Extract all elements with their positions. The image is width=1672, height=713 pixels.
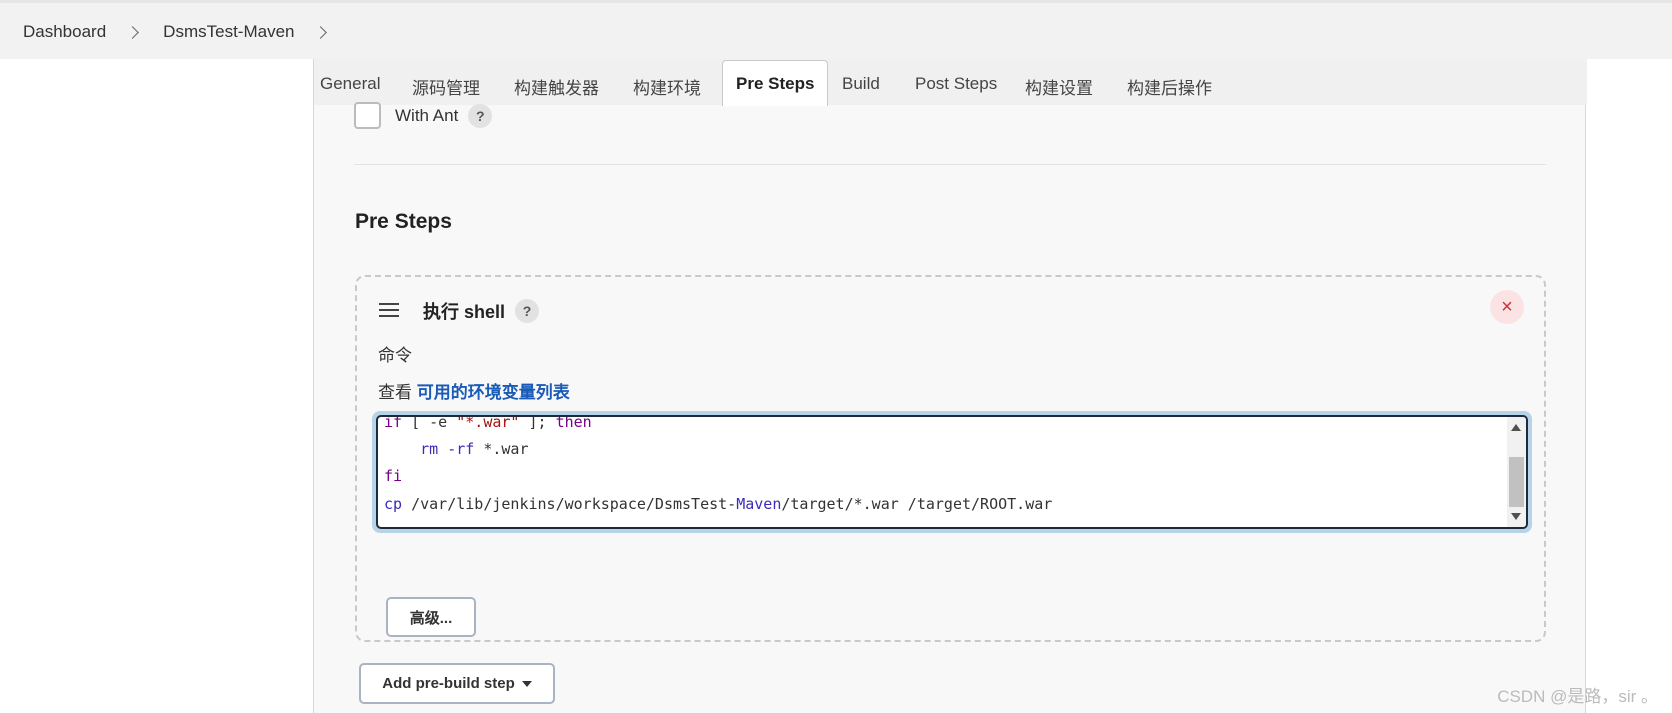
tab-pre-steps[interactable]: Pre Steps <box>722 60 829 106</box>
breadcrumb-dashboard[interactable]: Dashboard <box>23 22 106 42</box>
help-icon[interactable]: ? <box>515 299 540 323</box>
with-ant-checkbox[interactable] <box>354 102 381 129</box>
code-token: /target/*.war /target/ROOT.war <box>781 495 1053 513</box>
env-vars-link[interactable]: 可用的环境变量列表 <box>417 383 570 402</box>
code-line: if [ -e "*.war" ]; then <box>384 415 592 431</box>
scroll-down-arrow-icon[interactable] <box>1511 513 1521 520</box>
section-title: Pre Steps <box>355 210 452 233</box>
step-title-text: 执行 shell <box>423 302 506 322</box>
drag-handle-icon[interactable] <box>379 303 399 317</box>
tab-build-settings[interactable]: 构建设置 <box>1025 74 1093 99</box>
with-ant-option: With Ant ? <box>354 102 493 129</box>
code-token: fi <box>384 467 403 485</box>
help-icon[interactable]: ? <box>468 103 493 128</box>
caret-down-icon <box>521 680 532 687</box>
chevron-right-icon[interactable] <box>126 25 140 39</box>
tab-source-control[interactable]: 源码管理 <box>412 74 480 99</box>
code-token: if <box>384 415 403 431</box>
close-icon[interactable]: × <box>1490 290 1524 324</box>
watermark: CSDN @是路，sir 。 <box>1497 687 1658 706</box>
code-token: cp <box>384 495 403 513</box>
breadcrumb-project[interactable]: DsmsTest-Maven <box>163 22 294 42</box>
tab-general[interactable]: General <box>320 74 380 94</box>
tab-build-environment[interactable]: 构建环境 <box>633 74 701 99</box>
code-token: "*.war" <box>456 415 520 431</box>
code-token: /var/lib/jenkins/workspace/DsmsTest- <box>402 495 737 513</box>
config-tabs: General 源码管理 构建触发器 构建环境 Pre Steps Build … <box>314 59 1587 106</box>
code-line: fi <box>384 467 402 485</box>
code-token: ]; <box>519 415 556 431</box>
section-divider <box>354 164 1546 165</box>
code-token: -rf <box>438 440 475 458</box>
advanced-button[interactable]: 高级... <box>386 597 476 637</box>
add-pre-build-step-button[interactable]: Add pre-build step <box>359 663 555 704</box>
command-editor-focus-ring: if [ -e "*.war" ]; then rm -rf *.war fi … <box>372 411 1532 533</box>
shell-step-card: 执行 shell ? × 命令 查看 可用的环境变量列表 if [ -e "*.… <box>355 275 1546 642</box>
code-token: [ -e <box>402 415 457 431</box>
editor-scrollbar[interactable] <box>1507 417 1526 527</box>
code-line: cp /var/lib/jenkins/workspace/DsmsTest-M… <box>384 495 1052 513</box>
command-editor[interactable]: if [ -e "*.war" ]; then rm -rf *.war fi … <box>376 415 1528 529</box>
tab-post-steps[interactable]: Post Steps <box>915 74 997 94</box>
code-token: then <box>555 415 592 431</box>
scroll-up-arrow-icon[interactable] <box>1511 424 1521 431</box>
add-pre-build-step-label: Add pre-build step <box>382 675 515 692</box>
breadcrumb: Dashboard DsmsTest-Maven <box>23 22 328 42</box>
chevron-right-icon[interactable] <box>314 25 328 39</box>
code-token: *.war <box>474 440 529 458</box>
scroll-thumb[interactable] <box>1509 457 1524 507</box>
tab-build-triggers[interactable]: 构建触发器 <box>514 74 599 99</box>
code-token: Maven <box>736 495 782 513</box>
code-token: rm <box>420 440 439 458</box>
tab-post-build-actions[interactable]: 构建后操作 <box>1127 74 1212 99</box>
env-vars-line: 查看 可用的环境变量列表 <box>378 378 570 403</box>
with-ant-label: With Ant <box>395 105 459 125</box>
env-vars-prefix: 查看 <box>378 383 417 402</box>
step-title: 执行 shell ? <box>423 298 540 324</box>
tab-build[interactable]: Build <box>842 74 880 94</box>
top-bar: Dashboard DsmsTest-Maven <box>0 0 1672 59</box>
command-label: 命令 <box>378 346 412 365</box>
code-line: rm -rf *.war <box>384 440 529 458</box>
config-panel: General 源码管理 构建触发器 构建环境 Pre Steps Build … <box>313 59 1587 713</box>
